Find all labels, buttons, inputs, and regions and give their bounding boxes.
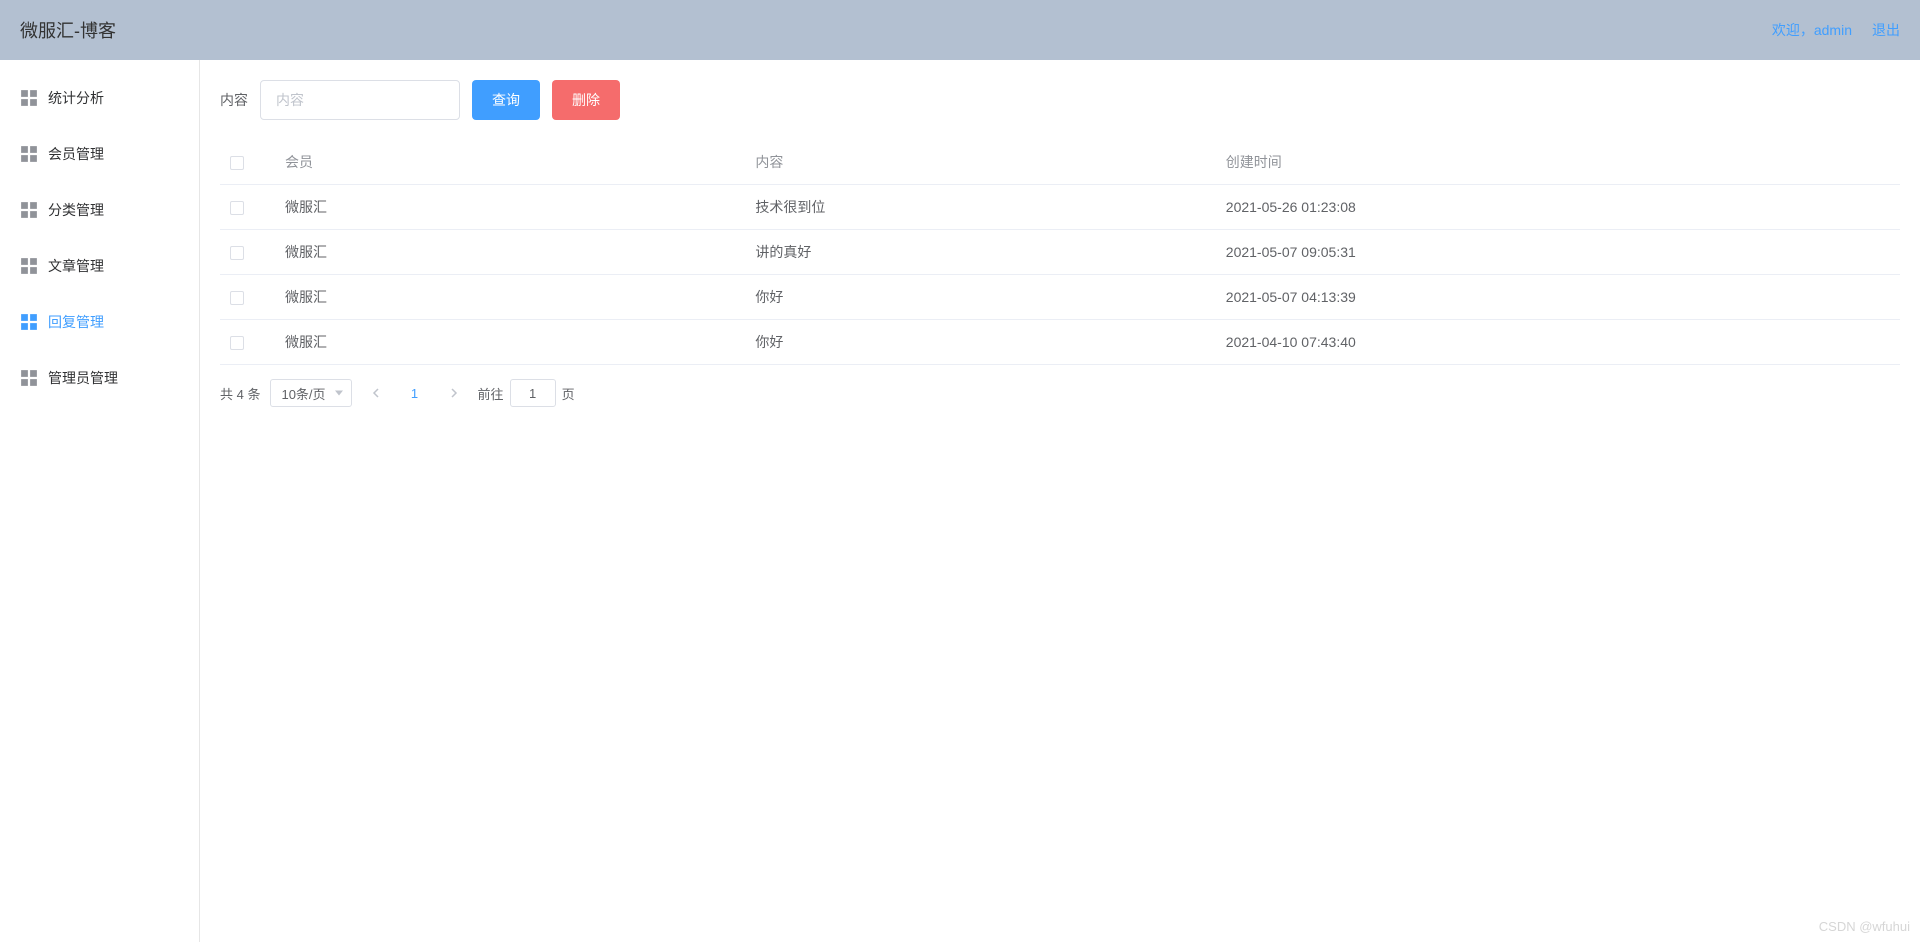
query-button[interactable]: 查询 — [472, 80, 540, 120]
toolbar: 内容 查询 删除 — [220, 80, 1900, 120]
sidebar-item-statistics[interactable]: 统计分析 — [0, 70, 199, 126]
header: 微服汇-博客 欢迎，admin 退出 — [0, 0, 1920, 60]
cell-created-at: 2021-04-10 07:43:40 — [1216, 320, 1900, 365]
sidebar-item-label: 分类管理 — [48, 200, 104, 220]
prev-page-button[interactable] — [362, 379, 390, 407]
grid-icon — [20, 145, 38, 163]
table-row: 微服汇 你好 2021-04-10 07:43:40 — [220, 320, 1900, 365]
sidebar-item-label: 统计分析 — [48, 88, 104, 108]
cell-member: 微服汇 — [275, 320, 745, 365]
cell-member: 微服汇 — [275, 230, 745, 275]
header-created-at: 创建时间 — [1216, 140, 1900, 185]
header-content: 内容 — [745, 140, 1215, 185]
app-title: 微服汇-博客 — [20, 17, 116, 43]
pagination-total: 共 4 条 — [220, 384, 260, 403]
header-member: 会员 — [275, 140, 745, 185]
pagination: 共 4 条 10条/页 1 前往 页 — [220, 379, 1900, 407]
welcome-text: 欢迎，admin — [1772, 20, 1852, 40]
delete-button[interactable]: 删除 — [552, 80, 620, 120]
sidebar-item-label: 会员管理 — [48, 144, 104, 164]
grid-icon — [20, 257, 38, 275]
chevron-left-icon — [372, 388, 380, 398]
cell-created-at: 2021-05-07 09:05:31 — [1216, 230, 1900, 275]
cell-content: 技术很到位 — [745, 185, 1215, 230]
sidebar: 统计分析 会员管理 分类管理 文章管理 回复管理 — [0, 60, 200, 942]
cell-created-at: 2021-05-26 01:23:08 — [1216, 185, 1900, 230]
table-row: 微服汇 技术很到位 2021-05-26 01:23:08 — [220, 185, 1900, 230]
sidebar-item-label: 回复管理 — [48, 312, 104, 332]
row-checkbox[interactable] — [230, 336, 244, 350]
logout-link[interactable]: 退出 — [1872, 20, 1900, 40]
sidebar-item-label: 管理员管理 — [48, 368, 118, 388]
page-jump: 前往 页 — [478, 379, 575, 407]
row-checkbox[interactable] — [230, 201, 244, 215]
sidebar-item-articles[interactable]: 文章管理 — [0, 238, 199, 294]
chevron-right-icon — [450, 388, 458, 398]
header-checkbox-cell — [220, 140, 275, 185]
grid-icon — [20, 201, 38, 219]
page-jump-input[interactable] — [510, 379, 556, 407]
sidebar-item-members[interactable]: 会员管理 — [0, 126, 199, 182]
cell-member: 微服汇 — [275, 185, 745, 230]
cell-content: 你好 — [745, 320, 1215, 365]
row-checkbox[interactable] — [230, 291, 244, 305]
cell-content: 讲的真好 — [745, 230, 1215, 275]
content-input[interactable] — [260, 80, 460, 120]
next-page-button[interactable] — [440, 379, 468, 407]
data-table: 会员 内容 创建时间 微服汇 技术很到位 2021-05-26 01:23:08… — [220, 140, 1900, 365]
cell-content: 你好 — [745, 275, 1215, 320]
content-label: 内容 — [220, 90, 248, 110]
sidebar-item-replies[interactable]: 回复管理 — [0, 294, 199, 350]
sidebar-item-categories[interactable]: 分类管理 — [0, 182, 199, 238]
row-checkbox[interactable] — [230, 246, 244, 260]
sidebar-item-admins[interactable]: 管理员管理 — [0, 350, 199, 406]
grid-icon — [20, 369, 38, 387]
cell-created-at: 2021-05-07 04:13:39 — [1216, 275, 1900, 320]
main-content: 内容 查询 删除 会员 内容 创建时间 微服汇 技术 — [200, 60, 1920, 942]
sidebar-item-label: 文章管理 — [48, 256, 104, 276]
username-link[interactable]: admin — [1814, 22, 1852, 38]
grid-icon — [20, 313, 38, 331]
cell-member: 微服汇 — [275, 275, 745, 320]
page-number[interactable]: 1 — [400, 379, 430, 407]
table-row: 微服汇 你好 2021-05-07 04:13:39 — [220, 275, 1900, 320]
grid-icon — [20, 89, 38, 107]
table-row: 微服汇 讲的真好 2021-05-07 09:05:31 — [220, 230, 1900, 275]
page-size-select[interactable]: 10条/页 — [270, 379, 351, 407]
header-right: 欢迎，admin 退出 — [1772, 20, 1900, 40]
select-all-checkbox[interactable] — [230, 156, 244, 170]
